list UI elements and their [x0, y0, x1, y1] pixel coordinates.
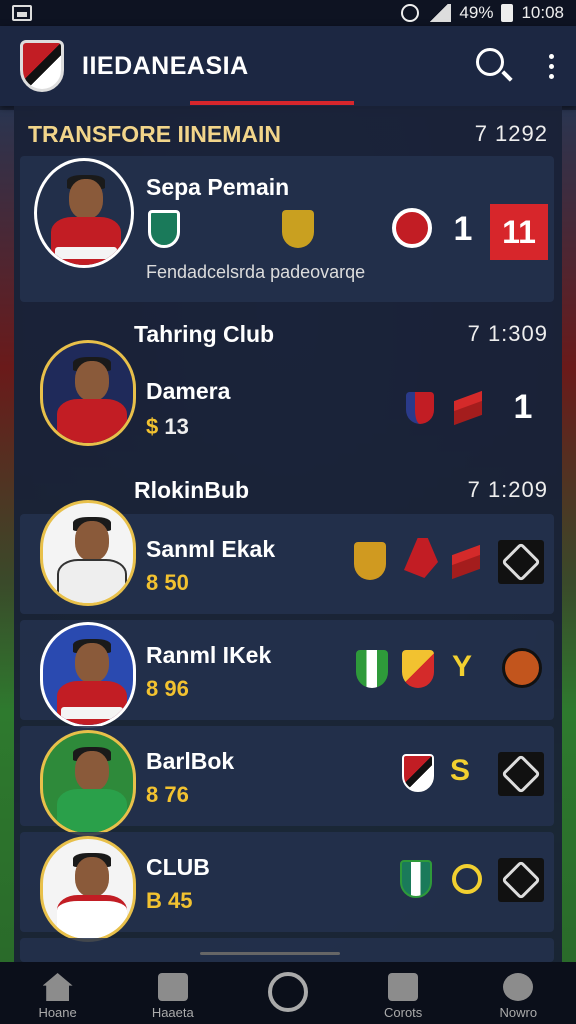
app-title: IIEDANEASIA [82, 51, 249, 80]
battery-percent: 49% [459, 3, 494, 22]
battery-icon [501, 4, 514, 22]
player-avatar [40, 730, 136, 836]
player-number: 1 [453, 210, 473, 248]
club-stripe-icon [400, 860, 432, 898]
nav-label: Nowro [499, 1005, 538, 1020]
section-title: RlokinBub [134, 476, 249, 503]
club-ring-icon [452, 864, 482, 894]
player-number: 1 [513, 388, 533, 426]
home-icon [42, 973, 73, 1001]
section-header: TRANSFORE IINEMAIN 7 1292 [14, 116, 562, 152]
player-card[interactable]: Sepa Pemain 1 11 Fendadcelsrda padeovarq… [20, 156, 554, 302]
player-name: CLUB [146, 854, 210, 880]
stack-icon [450, 548, 484, 576]
gallery-icon [12, 5, 32, 21]
nav-club[interactable]: Corots [358, 973, 448, 1020]
player-subtitle: Fendadcelsrda padeovarqe [146, 262, 366, 282]
nav-center[interactable] [243, 972, 333, 1020]
nav-home[interactable]: Hoane [13, 973, 103, 1020]
player-name: Ranml IKek [146, 642, 272, 668]
scroll-handle[interactable] [200, 952, 340, 955]
nav-profile[interactable]: Nowro [473, 973, 563, 1020]
section-title: TRANSFORE IINEMAIN [28, 120, 281, 147]
stadium-background-right [562, 110, 576, 970]
more-options-button[interactable] [546, 53, 556, 79]
bottom-navigation: Hoane Haaeta Corots Nowro [0, 962, 576, 1024]
club-stripe-icon [356, 650, 388, 688]
section-meta: 7 1:209 [467, 477, 548, 502]
clock: 10:08 [521, 3, 564, 22]
rating-box: 11 [490, 204, 548, 260]
signal-icon [427, 4, 452, 22]
club-crest-icon [354, 542, 386, 580]
player-card[interactable]: Damera $ 13 1 [20, 332, 554, 460]
player-name: BarlBok [146, 748, 235, 774]
center-circle-icon [267, 972, 308, 1012]
alarm-icon [401, 4, 420, 22]
nav-label: Hoane [38, 1005, 77, 1020]
club-icon [388, 973, 419, 1001]
player-value: $ 13 [146, 414, 189, 439]
player-avatar [40, 340, 136, 446]
club-crest-icon [282, 210, 314, 248]
section-meta: 7 1292 [474, 121, 548, 146]
club-crest-icon [402, 650, 434, 688]
nav-news[interactable]: Haaeta [128, 973, 218, 1020]
player-card[interactable]: BarlBok 8 76 S [20, 726, 554, 836]
player-value: 8 50 [146, 570, 189, 595]
stack-icon [452, 394, 486, 422]
status-bar: 49% 10:08 [0, 0, 576, 26]
player-value: 8 76 [146, 782, 189, 807]
stadium-background-left [0, 110, 14, 970]
club-shield-icon [148, 210, 180, 248]
app-bar: IIEDANEASIA [0, 26, 576, 106]
player-name: Sepa Pemain [146, 174, 290, 200]
player-card-partial[interactable] [20, 938, 554, 962]
player-avatar [40, 500, 136, 606]
nav-label: Corots [384, 1005, 423, 1020]
player-value: 8 96 [146, 676, 189, 701]
club-shield-icon [402, 754, 434, 792]
player-value: B 45 [146, 888, 193, 913]
club-shield-icon [406, 392, 434, 424]
active-tab-indicator [190, 101, 354, 105]
player-card[interactable]: Sanml Ekak 8 50 [20, 500, 554, 614]
player-avatar [34, 158, 134, 268]
player-kick-icon [404, 538, 438, 578]
search-button[interactable] [472, 44, 516, 88]
player-card[interactable]: Ranml IKek 8 96 Y [20, 620, 554, 728]
search-icon [476, 48, 504, 76]
player-avatar [40, 622, 136, 728]
club-square-icon [498, 752, 544, 796]
club-badge-icon [392, 208, 432, 248]
profile-icon [503, 973, 534, 1001]
player-name: Sanml Ekak [146, 536, 276, 562]
currency-icon: $ [146, 414, 165, 439]
club-square-icon [498, 858, 544, 902]
player-list: TRANSFORE IINEMAIN 7 1292 Sepa Pemain 1 … [14, 106, 562, 962]
player-card[interactable]: CLUB B 45 [20, 832, 554, 942]
player-name: Damera [146, 378, 231, 404]
app-logo [20, 40, 64, 92]
club-s-icon: S [450, 754, 471, 787]
club-square-icon [498, 540, 544, 584]
news-icon [157, 973, 188, 1001]
player-avatar [40, 836, 136, 942]
nav-label: Haaeta [151, 1005, 194, 1020]
club-badge-icon [502, 648, 542, 688]
club-y-icon: Y [452, 650, 473, 683]
